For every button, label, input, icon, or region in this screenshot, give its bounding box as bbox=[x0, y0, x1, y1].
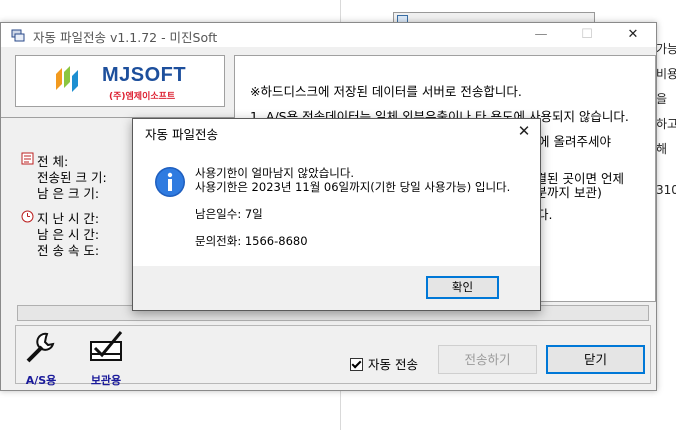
checkbox-tray-icon bbox=[90, 331, 123, 361]
send-button[interactable]: 전송하기 bbox=[438, 345, 537, 374]
notice-line: ※하드디스크에 저장된 데이터를 서버로 전송합니다. bbox=[250, 84, 522, 99]
window-title: 자동 파일전송 v1.1.72 - 미진Soft bbox=[33, 30, 218, 45]
auto-send-checkbox[interactable]: 자동 전송 bbox=[350, 354, 418, 373]
dialog-body: 사용기한이 얼마남지 않았습니다. 사용기한은 2023년 11월 06일까지(… bbox=[133, 145, 540, 266]
document-icon bbox=[21, 152, 34, 165]
brand-subtitle: (주)엠제이소프트 bbox=[109, 92, 176, 102]
clock-icon bbox=[21, 210, 34, 223]
as-button-label: A/S용 bbox=[25, 374, 57, 387]
bg-text: 가능 bbox=[656, 42, 676, 56]
archive-button-label: 보관용 bbox=[90, 374, 122, 387]
bg-text: 비용 bbox=[656, 67, 676, 81]
title-bar[interactable]: 자동 파일전송 v1.1.72 - 미진Soft — ☐ ✕ bbox=[1, 23, 656, 47]
dialog-title-bar[interactable]: 자동 파일전송 ✕ bbox=[133, 119, 540, 145]
dialog-close-button[interactable]: ✕ bbox=[514, 121, 534, 141]
ok-button[interactable]: 확인 bbox=[426, 276, 499, 299]
expiry-dialog: 자동 파일전송 ✕ 사용기한이 얼마남지 않았습니다. 사용기한은 2023년 … bbox=[132, 118, 541, 311]
archive-button[interactable]: 보관용 bbox=[81, 328, 131, 388]
maximize-button[interactable]: ☐ bbox=[564, 23, 610, 47]
brand-name: MJSOFT bbox=[102, 64, 187, 86]
app-icon bbox=[11, 29, 25, 42]
close-window-button[interactable]: 닫기 bbox=[546, 345, 645, 374]
bg-text: 을 bbox=[656, 92, 668, 106]
auto-send-label: 자동 전송 bbox=[368, 357, 418, 372]
minimize-button[interactable]: — bbox=[518, 23, 564, 47]
transfer-speed-label: 전 송 속 도: bbox=[37, 243, 100, 258]
background-window-text: 가능 비용 을 하고 해 3103 bbox=[656, 40, 676, 240]
checkbox-checked[interactable] bbox=[350, 358, 363, 371]
close-button[interactable]: ✕ bbox=[610, 23, 656, 47]
mjsoft-logo-icon bbox=[56, 66, 78, 92]
info-icon bbox=[155, 167, 185, 197]
bg-text: 하고 bbox=[656, 117, 676, 131]
notice-line: 에 올려주세야 bbox=[538, 134, 611, 149]
logo-panel: MJSOFT (주)엠제이소프트 bbox=[15, 55, 225, 107]
phone-text: 문의전화: 1566-8680 bbox=[195, 234, 308, 248]
dialog-title: 자동 파일전송 bbox=[145, 127, 218, 142]
days-left-text: 남은일수: 7일 bbox=[195, 207, 263, 221]
bg-text: 3103 bbox=[656, 183, 676, 197]
dialog-message-line2: 사용기한은 2023년 11월 06일까지(기한 당일 사용가능) 입니다. bbox=[195, 180, 511, 194]
dialog-footer: 확인 bbox=[133, 266, 540, 310]
remaining-size-label: 남 은 크 기: bbox=[37, 186, 100, 201]
wrench-icon bbox=[26, 332, 55, 363]
as-button[interactable]: A/S용 bbox=[21, 328, 61, 388]
bg-text: 해 bbox=[656, 142, 668, 156]
